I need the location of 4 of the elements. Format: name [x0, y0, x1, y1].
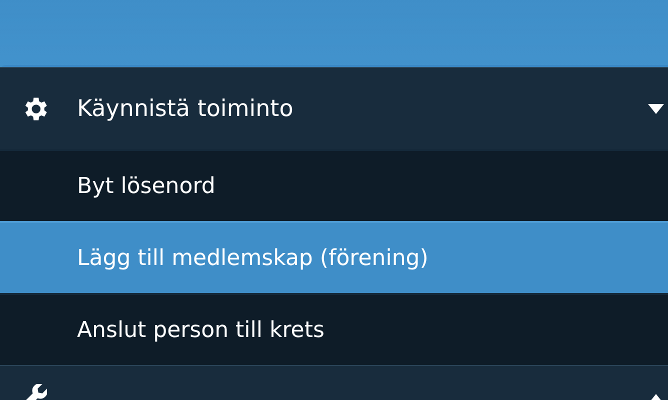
menu-item[interactable]: Byt lösenord	[0, 149, 668, 221]
menu-item[interactable]: Anslut person till krets	[0, 293, 668, 365]
section-title: Käynnistä toiminto	[77, 96, 294, 122]
menu-item[interactable]: Lägg till medlemskap (förening)	[0, 221, 668, 293]
